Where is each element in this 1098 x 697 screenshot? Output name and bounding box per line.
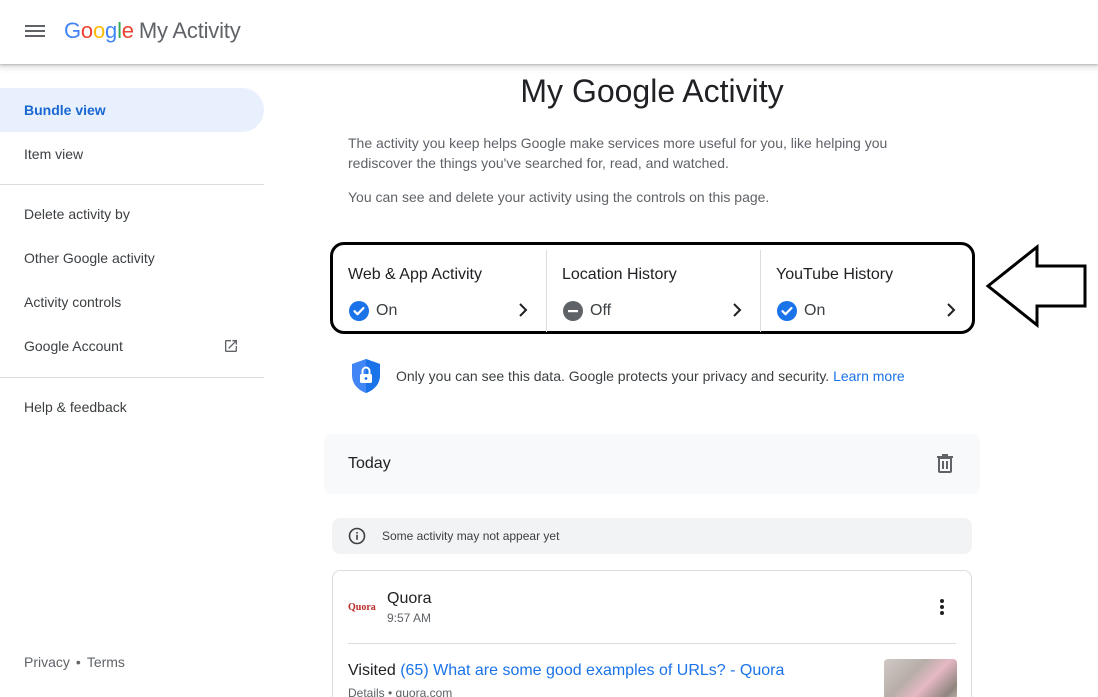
control-label: Web & App Activity (348, 266, 482, 283)
chevron-right-icon (733, 303, 742, 317)
activity-entry: Visited (65) What are some good examples… (348, 662, 784, 680)
sidebar-item-bundle-view[interactable]: Bundle view (0, 88, 264, 132)
logo-letter: o (80, 18, 93, 43)
menu-icon[interactable] (24, 22, 46, 42)
visited-prefix: Visited (348, 662, 396, 679)
quora-logo: Quora (348, 602, 376, 613)
section-title: Today (348, 455, 391, 472)
sidebar-item-item-view[interactable]: Item view (0, 132, 264, 176)
privacy-message: Only you can see this data. Google prote… (396, 368, 830, 384)
visited-link[interactable]: (65) What are some good examples of URLs… (400, 662, 784, 679)
control-status-text: On (804, 302, 826, 319)
logo-letter: e (121, 18, 134, 43)
sidebar-divider (0, 377, 264, 378)
footer-separator: • (75, 654, 81, 670)
activity-details[interactable]: Details • quora.com (348, 686, 452, 697)
logo-letter: g (105, 18, 118, 43)
control-label: YouTube History (776, 266, 894, 283)
sidebar-item-google-account[interactable]: Google Account (0, 324, 264, 368)
check-circle-icon (349, 301, 369, 321)
sidebar: Bundle view Item view Delete activity by… (0, 64, 264, 697)
check-circle-icon (777, 301, 797, 321)
control-label: Location History (562, 266, 677, 283)
activity-thumbnail[interactable] (884, 659, 957, 697)
activity-controls-panel: Web & App Activity On Location History O… (330, 242, 975, 334)
product-name: My Activity (138, 18, 241, 43)
sidebar-item-activity-controls[interactable]: Activity controls (0, 280, 264, 324)
intro-text: The activity you keep helps Google make … (348, 135, 888, 171)
chevron-right-icon (947, 303, 956, 317)
control-status-text: On (376, 302, 398, 319)
sidebar-item-label: Google Account (24, 338, 123, 354)
activity-delay-notice: Some activity may not appear yet (332, 518, 972, 554)
sidebar-item-help-feedback[interactable]: Help & feedback (0, 385, 264, 429)
external-link-icon (225, 340, 237, 352)
control-status-text: Off (590, 302, 612, 319)
sidebar-item-other-google-activity[interactable]: Other Google activity (0, 236, 264, 280)
privacy-text: Only you can see this data. Google prote… (396, 368, 905, 384)
privacy-link[interactable]: Privacy (24, 654, 70, 670)
chevron-right-icon (519, 303, 528, 317)
activity-source: Quora (387, 590, 432, 607)
top-app-bar: Google My Activity (0, 0, 1098, 64)
today-section-header: Today (324, 434, 980, 494)
page-title: My Google Activity (520, 73, 784, 109)
sidebar-item-delete-activity-by[interactable]: Delete activity by (0, 192, 264, 236)
notice-text: Some activity may not appear yet (382, 529, 560, 543)
learn-more-link[interactable]: Learn more (833, 368, 905, 384)
sidebar-footer: Privacy • Terms (24, 654, 125, 670)
control-location-history[interactable]: Location History Off (547, 250, 761, 329)
sidebar-divider (0, 184, 264, 185)
card-divider (348, 643, 956, 644)
control-youtube-history[interactable]: YouTube History On (761, 250, 975, 329)
shield-lock-icon (352, 359, 380, 393)
terms-link[interactable]: Terms (87, 654, 125, 670)
minus-circle-icon (563, 301, 583, 321)
arrow-left-icon (985, 244, 1087, 328)
info-icon (348, 527, 366, 545)
control-web-app-activity[interactable]: Web & App Activity On (333, 250, 547, 329)
app-logo[interactable]: Google My Activity (64, 18, 241, 44)
trash-icon[interactable] (936, 453, 954, 473)
activity-card: Quora Quora 9:57 AM Visited (65) What ar… (332, 570, 972, 697)
more-vert-icon[interactable] (939, 597, 945, 617)
activity-time: 9:57 AM (387, 611, 432, 625)
logo-letter: o (92, 18, 106, 43)
intro-text-secondary: You can see and delete your activity usi… (348, 189, 770, 205)
logo-letter: G (64, 18, 81, 43)
